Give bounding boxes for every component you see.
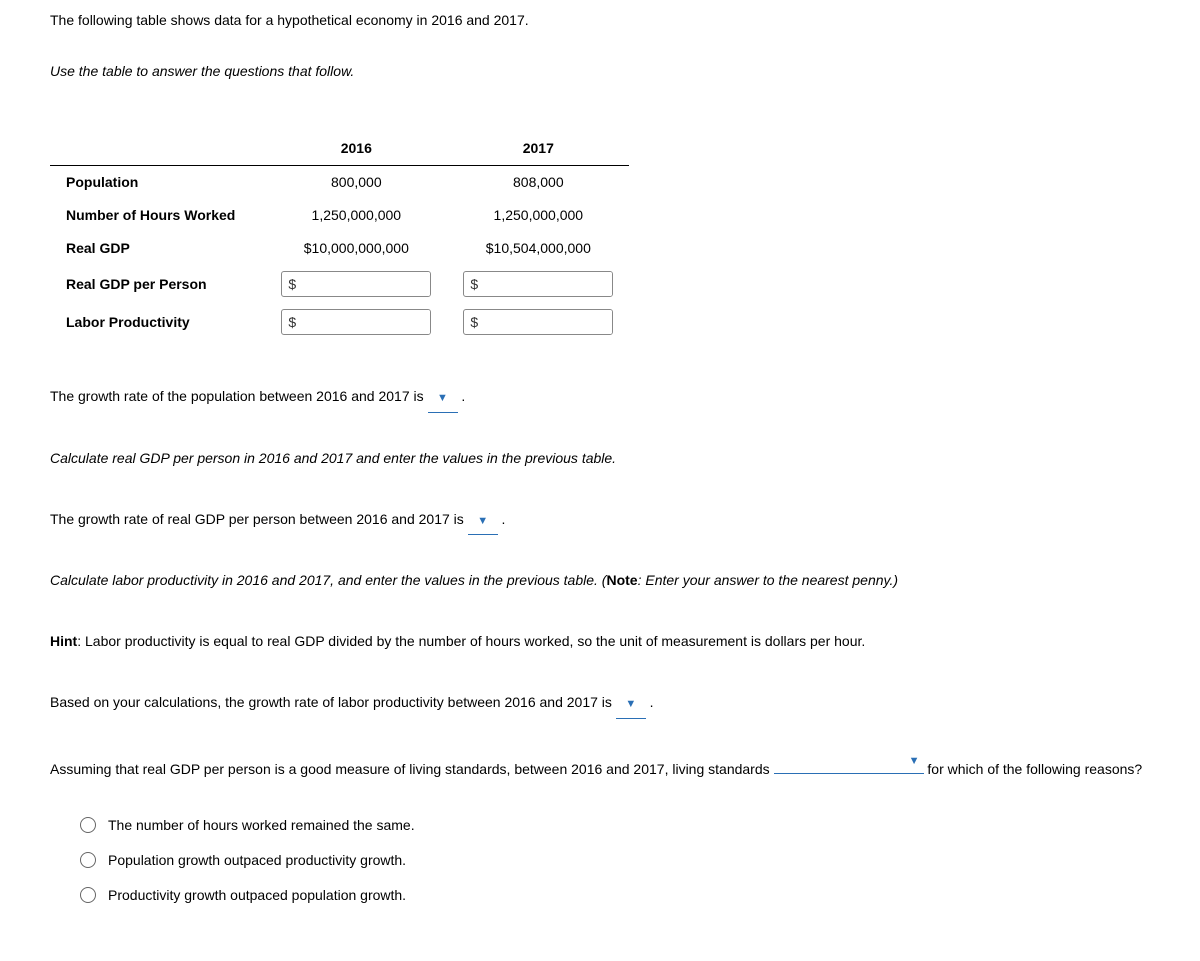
dropdown-population-growth[interactable]: ▼ bbox=[428, 381, 458, 413]
q4-b: : Enter your answer to the nearest penny… bbox=[638, 572, 898, 588]
table-row: Population 800,000 808,000 bbox=[50, 166, 629, 200]
hint-label: Hint bbox=[50, 633, 77, 649]
instruction-text: Use the table to answer the questions th… bbox=[50, 61, 1150, 82]
input-laborprod-2017[interactable] bbox=[484, 310, 612, 334]
q3-post: . bbox=[498, 511, 506, 527]
q1-post: . bbox=[458, 388, 466, 404]
intro-text: The following table shows data for a hyp… bbox=[50, 10, 1150, 31]
input-gdpperson-2017[interactable] bbox=[484, 272, 612, 296]
cell-realgdp-2017: $10,504,000,000 bbox=[447, 232, 629, 265]
dollar-icon: $ bbox=[282, 312, 302, 333]
table-row: Real GDP per Person $ $ bbox=[50, 265, 629, 303]
economy-data-table: 2016 2017 Population 800,000 808,000 Num… bbox=[50, 132, 629, 341]
q6-post: . bbox=[646, 694, 654, 710]
cell-hours-2017: 1,250,000,000 bbox=[447, 199, 629, 232]
chevron-down-icon: ▼ bbox=[909, 749, 920, 773]
reason-options: The number of hours worked remained the … bbox=[80, 815, 1150, 906]
q1-pre: The growth rate of the population betwee… bbox=[50, 388, 428, 404]
cell-gdpperson-2017: $ bbox=[447, 265, 629, 303]
cell-laborprod-2016: $ bbox=[265, 303, 447, 341]
option-label: Productivity growth outpaced population … bbox=[108, 885, 406, 906]
q6-pre: Based on your calculations, the growth r… bbox=[50, 694, 616, 710]
input-laborprod-2017-wrap[interactable]: $ bbox=[463, 309, 613, 335]
q4-note-label: Note bbox=[606, 572, 637, 588]
option-label: The number of hours worked remained the … bbox=[108, 815, 415, 836]
option-label: Population growth outpaced productivity … bbox=[108, 850, 406, 871]
row-label-population: Population bbox=[50, 166, 265, 200]
q3-pre: The growth rate of real GDP per person b… bbox=[50, 511, 468, 527]
row-label-gdp-per-person: Real GDP per Person bbox=[50, 265, 265, 303]
dropdown-gdp-per-person-growth[interactable]: ▼ bbox=[468, 504, 498, 536]
question-living-standards: Assuming that real GDP per person is a g… bbox=[50, 749, 1150, 785]
input-gdpperson-2017-wrap[interactable]: $ bbox=[463, 271, 613, 297]
chevron-down-icon: ▼ bbox=[437, 386, 448, 410]
q7-pre: Assuming that real GDP per person is a g… bbox=[50, 761, 774, 777]
table-header-2016: 2016 bbox=[265, 132, 447, 166]
dropdown-living-standards[interactable]: ▼ bbox=[774, 749, 924, 774]
row-label-realgdp: Real GDP bbox=[50, 232, 265, 265]
dollar-icon: $ bbox=[464, 312, 484, 333]
row-label-laborprod: Labor Productivity bbox=[50, 303, 265, 341]
radio-icon[interactable] bbox=[80, 817, 96, 833]
cell-population-2016: 800,000 bbox=[265, 166, 447, 200]
cell-realgdp-2016: $10,000,000,000 bbox=[265, 232, 447, 265]
question-gdp-per-person-growth: The growth rate of real GDP per person b… bbox=[50, 504, 1150, 536]
table-header-blank bbox=[50, 132, 265, 166]
q4-a: Calculate labor productivity in 2016 and… bbox=[50, 572, 606, 588]
option-productivity-outpaced[interactable]: Productivity growth outpaced population … bbox=[80, 885, 1150, 906]
option-hours-same[interactable]: The number of hours worked remained the … bbox=[80, 815, 1150, 836]
input-gdpperson-2016[interactable] bbox=[302, 272, 430, 296]
dollar-icon: $ bbox=[464, 274, 484, 295]
cell-hours-2016: 1,250,000,000 bbox=[265, 199, 447, 232]
input-gdpperson-2016-wrap[interactable]: $ bbox=[281, 271, 431, 297]
option-population-outpaced[interactable]: Population growth outpaced productivity … bbox=[80, 850, 1150, 871]
input-laborprod-2016-wrap[interactable]: $ bbox=[281, 309, 431, 335]
table-row: Labor Productivity $ $ bbox=[50, 303, 629, 341]
chevron-down-icon: ▼ bbox=[625, 692, 636, 716]
question-labor-productivity-growth: Based on your calculations, the growth r… bbox=[50, 687, 1150, 719]
instruction-labor-productivity: Calculate labor productivity in 2016 and… bbox=[50, 565, 1150, 596]
hint-labor-productivity: Hint: Labor productivity is equal to rea… bbox=[50, 626, 1150, 657]
hint-text: : Labor productivity is equal to real GD… bbox=[77, 633, 865, 649]
row-label-hours: Number of Hours Worked bbox=[50, 199, 265, 232]
cell-gdpperson-2016: $ bbox=[265, 265, 447, 303]
radio-icon[interactable] bbox=[80, 852, 96, 868]
instruction-gdp-per-person: Calculate real GDP per person in 2016 an… bbox=[50, 443, 1150, 474]
table-header-2017: 2017 bbox=[447, 132, 629, 166]
chevron-down-icon: ▼ bbox=[477, 509, 488, 533]
question-population-growth: The growth rate of the population betwee… bbox=[50, 381, 1150, 413]
table-row: Real GDP $10,000,000,000 $10,504,000,000 bbox=[50, 232, 629, 265]
radio-icon[interactable] bbox=[80, 887, 96, 903]
dollar-icon: $ bbox=[282, 274, 302, 295]
q7-post: for which of the following reasons? bbox=[924, 761, 1143, 777]
dropdown-labor-productivity-growth[interactable]: ▼ bbox=[616, 687, 646, 719]
table-row: Number of Hours Worked 1,250,000,000 1,2… bbox=[50, 199, 629, 232]
input-laborprod-2016[interactable] bbox=[302, 310, 430, 334]
cell-laborprod-2017: $ bbox=[447, 303, 629, 341]
cell-population-2017: 808,000 bbox=[447, 166, 629, 200]
